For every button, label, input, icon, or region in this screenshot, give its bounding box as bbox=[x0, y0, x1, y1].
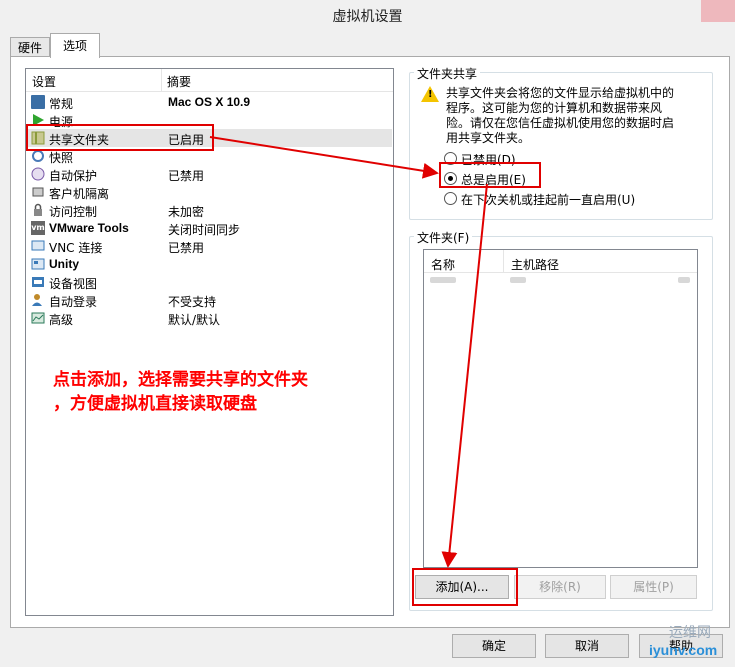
watermark-line-1: 运维网 bbox=[669, 625, 711, 641]
annotation-arrows bbox=[209, 136, 488, 568]
annotation-text: 点击添加，选择需要共享的文件夹 ，方便虚拟机直接读取硬盘 bbox=[53, 368, 308, 416]
watermark-line-2: iyunv.com bbox=[649, 642, 718, 658]
annotation-line-2: ，方便虚拟机直接读取硬盘 bbox=[53, 394, 257, 414]
tab-options[interactable]: 选项 bbox=[50, 33, 100, 58]
watermark: 运维网 iyunv.com bbox=[629, 620, 729, 664]
annotation-line-1: 点击添加，选择需要共享的文件夹 bbox=[53, 370, 308, 390]
